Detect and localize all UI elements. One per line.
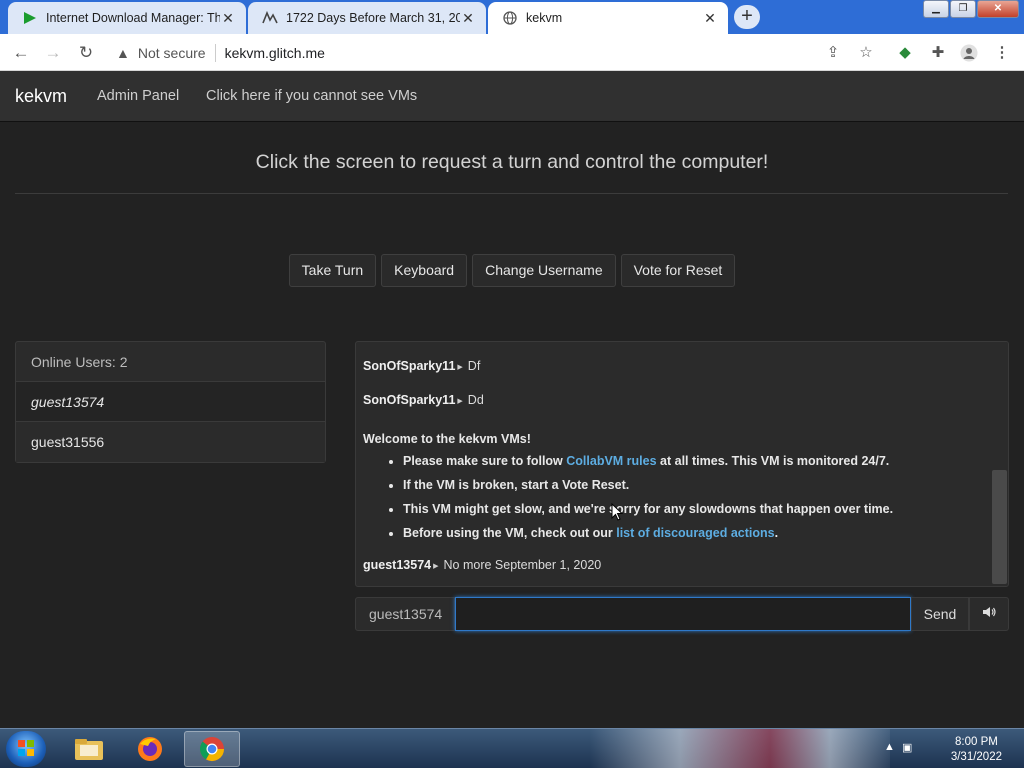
menu-kebab-icon[interactable]: ⋮: [993, 44, 1011, 62]
network-icon[interactable]: ▣: [902, 741, 912, 754]
chat-message: SonOfSparky11 ▶ Df: [363, 359, 480, 373]
close-icon[interactable]: ✕: [702, 10, 718, 27]
welcome-title: Welcome to the kekvm VMs!: [363, 432, 531, 446]
list-item: If the VM is broken, start a Vote Reset.: [403, 477, 984, 494]
extensions-puzzle-icon[interactable]: ✚: [929, 44, 947, 62]
chat-message: SonOfSparky11 ▶ Dd: [363, 393, 484, 407]
chat-text: Df: [467, 359, 481, 373]
rule-text: This VM might get slow, and we're sorry …: [403, 502, 894, 516]
start-button[interactable]: [6, 731, 46, 767]
idm-play-icon: [22, 10, 38, 26]
share-icon[interactable]: ⇪: [824, 44, 842, 62]
speaker-icon: [982, 606, 996, 621]
list-item: This VM might get slow, and we're sorry …: [403, 501, 984, 518]
divider: [15, 193, 1008, 194]
tab-idm[interactable]: Internet Download Manager: The ✕: [8, 2, 246, 34]
rule-text: If the VM is broken, start a Vote Reset.: [403, 478, 630, 492]
chrome-icon[interactable]: [184, 731, 240, 767]
caret-right-icon: ▶: [457, 397, 463, 405]
browser-tab-strip: Internet Download Manager: The ✕ 1722 Da…: [0, 0, 1024, 34]
clock-date: 3/31/2022: [950, 751, 1002, 763]
user-list-item[interactable]: guest13574: [16, 382, 325, 422]
close-icon[interactable]: ✕: [460, 10, 476, 27]
extension-download-icon[interactable]: ◆: [896, 44, 914, 62]
cannot-see-vms-link[interactable]: Click here if you cannot see VMs: [206, 88, 417, 104]
site-navbar: kekvm Admin Panel Click here if you cann…: [0, 71, 1024, 122]
window-close-button[interactable]: ✕: [977, 0, 1019, 18]
keyboard-button[interactable]: Keyboard: [381, 254, 468, 287]
minimize-button[interactable]: ▁: [923, 0, 949, 18]
profile-avatar-icon[interactable]: [960, 44, 978, 62]
chat-message-input[interactable]: [455, 597, 911, 631]
forward-arrow-icon[interactable]: →: [42, 42, 64, 64]
collabvm-rules-link[interactable]: CollabVM rules: [566, 454, 656, 468]
taskbar-clock[interactable]: 8:00 PM 3/31/2022: [951, 735, 1002, 765]
vm-action-buttons: Take Turn Keyboard Change Username Vote …: [0, 254, 1024, 287]
bookmark-star-icon[interactable]: ☆: [857, 44, 875, 62]
windows-taskbar: ▲ ▣ 8:00 PM 3/31/2022: [0, 728, 1024, 768]
discouraged-actions-link[interactable]: list of discouraged actions: [616, 526, 774, 540]
tab-kekvm[interactable]: kekvm ✕: [488, 2, 728, 34]
chat-username: SonOfSparky11: [363, 393, 456, 407]
admin-panel-link[interactable]: Admin Panel: [97, 88, 179, 104]
take-turn-button[interactable]: Take Turn: [288, 254, 377, 287]
volume-button[interactable]: [969, 597, 1009, 631]
chat-text: Dd: [467, 393, 484, 407]
username-label: guest13574: [355, 597, 455, 631]
scrollbar-thumb[interactable]: [992, 470, 1007, 584]
online-users-header: Online Users: 2: [16, 342, 325, 382]
online-users-panel: Online Users: 2 guest13574 guest31556: [15, 341, 326, 463]
back-arrow-icon[interactable]: ←: [10, 42, 32, 64]
browser-toolbar: ← → ↻ ▲ Not secure kekvm.glitch.me ⇪ ☆ ◆…: [0, 34, 1024, 71]
rule-text: .: [774, 526, 779, 540]
send-button[interactable]: Send: [911, 597, 969, 631]
welcome-rules-list: Please make sure to follow CollabVM rule…: [363, 453, 984, 542]
tab-title: 1722 Days Before March 31, 202: [286, 11, 460, 25]
maximize-button[interactable]: ❐: [950, 0, 976, 18]
globe-icon: [502, 10, 518, 26]
security-label: Not secure: [137, 44, 206, 61]
chat-username: SonOfSparky11: [363, 359, 456, 373]
firefox-icon[interactable]: [122, 731, 178, 767]
list-item: Before using the VM, check out our list …: [403, 525, 984, 542]
address-bar[interactable]: ▲ Not secure kekvm.glitch.me: [110, 38, 870, 67]
chat-text: No more September 1, 2020: [443, 558, 602, 572]
chat-message: guest13574 ▶ No more September 1, 2020: [363, 558, 601, 572]
chat-username: guest13574: [363, 558, 432, 572]
page-headline: Click the screen to request a turn and c…: [255, 151, 769, 173]
kekvm-page: kekvm Admin Panel Click here if you cann…: [0, 71, 1024, 728]
tab-title: Internet Download Manager: The: [46, 11, 220, 25]
vote-for-reset-button[interactable]: Vote for Reset: [620, 254, 736, 287]
rule-text: Please make sure to follow: [403, 454, 567, 468]
system-tray: ▲ ▣ 8:00 PM 3/31/2022: [882, 733, 1012, 765]
close-icon[interactable]: ✕: [220, 10, 236, 27]
chat-log[interactable]: SonOfSparky11 ▶ Df SonOfSparky11 ▶ Dd Welcom…: [355, 341, 1009, 587]
tab-title: kekvm: [526, 11, 563, 25]
new-tab-button[interactable]: +: [734, 5, 760, 29]
user-list-item[interactable]: guest31556: [16, 422, 325, 462]
change-username-button[interactable]: Change Username: [472, 254, 616, 287]
reload-icon[interactable]: ↻: [75, 42, 97, 64]
file-explorer-icon[interactable]: [61, 731, 117, 767]
brand-link[interactable]: kekvm: [15, 86, 67, 107]
caret-right-icon: ▶: [457, 363, 463, 371]
tab-days-before[interactable]: 1722 Days Before March 31, 202 ✕: [248, 2, 486, 34]
divider: [214, 43, 216, 62]
url-text: kekvm.glitch.me: [224, 44, 325, 61]
chat-input-row: guest13574 Send: [355, 597, 1009, 631]
clock-time: 8:00 PM: [955, 736, 998, 748]
window-controls: ▁ ❐ ✕: [922, 0, 1019, 20]
warning-triangle-icon: ▲: [116, 44, 130, 61]
rule-text: at all times. This VM is monitored 24/7.: [656, 454, 890, 468]
welcome-message: Welcome to the kekvm VMs! Please make su…: [356, 426, 991, 555]
caret-right-icon: ▶: [433, 562, 439, 570]
rule-text: Before using the VM, check out our: [403, 526, 617, 540]
timeline-icon: [262, 10, 278, 26]
list-item: Please make sure to follow CollabVM rule…: [403, 453, 984, 470]
chat-scrollbar[interactable]: [991, 342, 1008, 586]
wallpaper-peek: [590, 729, 890, 768]
show-hidden-icons-chevron-icon[interactable]: ▲: [884, 741, 895, 753]
